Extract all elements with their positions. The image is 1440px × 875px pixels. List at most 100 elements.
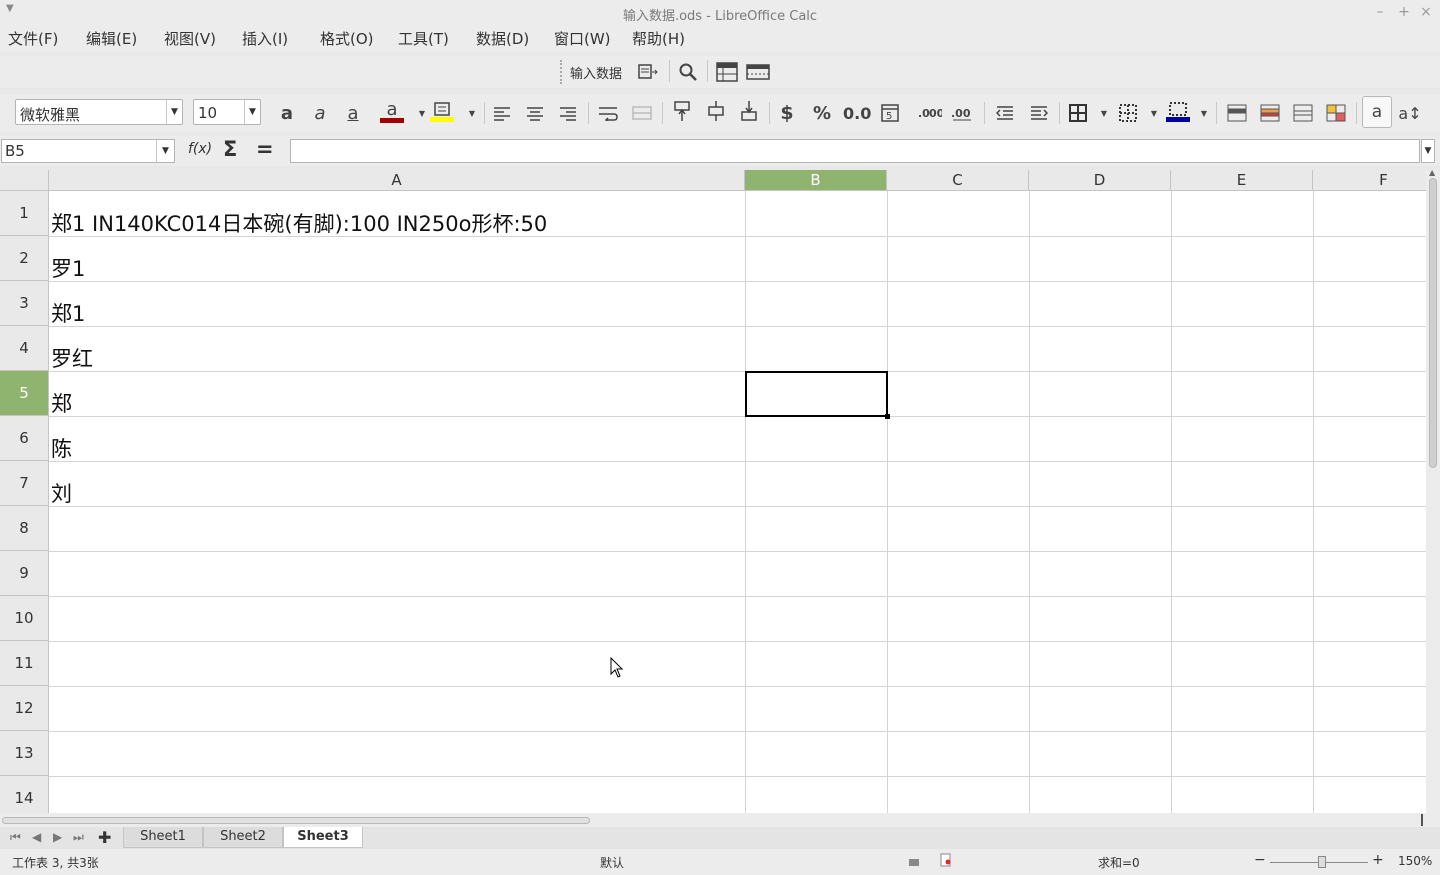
align-top-icon[interactable] bbox=[670, 97, 694, 125]
freeze-rows-columns-icon[interactable] bbox=[715, 58, 739, 86]
split-handle[interactable] bbox=[1421, 814, 1423, 826]
menu-view[interactable]: 视图(V) bbox=[162, 28, 218, 49]
zoom-in-icon[interactable]: + bbox=[1372, 852, 1384, 868]
first-sheet-icon[interactable]: ⏮ bbox=[10, 830, 21, 845]
row-header-3[interactable]: 3 bbox=[0, 281, 49, 326]
border-style-dropdown-icon[interactable]: ▼ bbox=[1142, 99, 1166, 127]
italic-icon[interactable]: a bbox=[308, 99, 332, 127]
selection-mode-icon[interactable] bbox=[908, 855, 920, 870]
cell-a2[interactable]: 罗1 bbox=[51, 253, 85, 283]
column-header-c[interactable]: C bbox=[887, 170, 1029, 191]
currency-icon[interactable]: $ bbox=[775, 99, 799, 127]
input-data-button[interactable]: 输入数据 bbox=[570, 58, 622, 86]
align-left-icon[interactable] bbox=[490, 99, 514, 127]
border-style-icon[interactable] bbox=[1116, 99, 1140, 127]
maximize-button[interactable]: + bbox=[1396, 4, 1412, 20]
borders-dropdown-icon[interactable]: ▼ bbox=[1092, 99, 1116, 127]
column-header-b[interactable]: B bbox=[745, 170, 887, 191]
row-header-13[interactable]: 13 bbox=[0, 731, 49, 776]
sheet-tab-1[interactable]: Sheet1 bbox=[123, 827, 203, 848]
wrap-text-icon[interactable] bbox=[596, 99, 620, 127]
menu-window[interactable]: 窗口(W) bbox=[552, 28, 613, 49]
row-header-7[interactable]: 7 bbox=[0, 461, 49, 506]
highlight-color-button[interactable] bbox=[430, 97, 454, 125]
zoom-level[interactable]: 150% bbox=[1398, 854, 1432, 868]
column-header-e[interactable]: E bbox=[1171, 170, 1313, 191]
toolbar-grip[interactable] bbox=[560, 60, 562, 84]
scroll-up-icon[interactable]: ▲ bbox=[1429, 168, 1435, 177]
row-header-2[interactable]: 2 bbox=[0, 236, 49, 281]
style-accent-icon[interactable] bbox=[1258, 99, 1282, 127]
sum-display[interactable]: 求和=0 bbox=[1098, 854, 1140, 871]
vertical-scrollbar[interactable]: ▲ bbox=[1426, 168, 1440, 813]
style-good-bad-icon[interactable] bbox=[1324, 99, 1348, 127]
row-header-10[interactable]: 10 bbox=[0, 596, 49, 641]
percent-icon[interactable]: % bbox=[810, 99, 834, 127]
function-wizard-button[interactable]: f(x) bbox=[188, 141, 212, 157]
cell-a1[interactable]: 郑1 IN140KC014日本碗(有脚):100 IN250o形杯:50 bbox=[51, 208, 547, 238]
chevron-down-icon[interactable]: ▼ bbox=[156, 140, 174, 162]
sum-icon[interactable]: Σ bbox=[223, 137, 237, 161]
column-header-f[interactable]: F bbox=[1313, 170, 1426, 191]
borders-icon[interactable] bbox=[1066, 99, 1090, 127]
chevron-down-icon[interactable]: ▼ bbox=[166, 100, 182, 124]
active-cell-b5[interactable] bbox=[745, 371, 890, 419]
cell-a4[interactable]: 罗红 bbox=[51, 343, 93, 373]
font-color-button[interactable]: a bbox=[380, 97, 404, 125]
align-center-icon[interactable] bbox=[523, 99, 547, 127]
menu-insert[interactable]: 插入(I) bbox=[240, 28, 290, 49]
zoom-slider-thumb[interactable] bbox=[1318, 856, 1326, 868]
font-name-dropdown[interactable]: 微软雅黑 ▼ bbox=[15, 99, 183, 125]
decrease-indent-icon[interactable] bbox=[993, 99, 1017, 127]
formula-input[interactable] bbox=[290, 139, 1420, 163]
underline-icon[interactable]: a bbox=[341, 99, 365, 127]
align-right-icon[interactable] bbox=[556, 99, 580, 127]
row-header-9[interactable]: 9 bbox=[0, 551, 49, 596]
zoom-out-icon[interactable]: − bbox=[1254, 852, 1266, 868]
chevron-down-icon[interactable]: ▼ bbox=[244, 100, 260, 124]
style-heading-icon[interactable] bbox=[1291, 99, 1315, 127]
font-size-dropdown[interactable]: 10 ▼ bbox=[193, 99, 261, 125]
row-header-12[interactable]: 12 bbox=[0, 686, 49, 731]
find-icon[interactable] bbox=[676, 58, 700, 86]
add-sheet-icon[interactable]: ✚ bbox=[98, 828, 111, 847]
highlight-dropdown-icon[interactable]: ▼ bbox=[460, 99, 484, 127]
formula-equals-icon[interactable]: = bbox=[256, 137, 274, 161]
vertical-scroll-thumb[interactable] bbox=[1429, 178, 1437, 468]
cell-a6[interactable]: 陈 bbox=[51, 433, 72, 463]
menu-edit[interactable]: 编辑(E) bbox=[84, 28, 139, 49]
name-box[interactable]: B5 ▼ bbox=[1, 139, 175, 163]
row-header-1[interactable]: 1 bbox=[0, 191, 49, 236]
data-form-icon[interactable] bbox=[636, 58, 660, 86]
last-sheet-icon[interactable]: ⏭ bbox=[73, 830, 84, 845]
row-header-5[interactable]: 5 bbox=[0, 371, 49, 416]
number-format-icon[interactable]: 0.0 bbox=[843, 99, 871, 127]
minimize-button[interactable]: – bbox=[1372, 4, 1388, 20]
sheet-tab-3[interactable]: Sheet3 bbox=[283, 827, 363, 848]
merge-cells-icon[interactable] bbox=[630, 99, 654, 127]
menu-file[interactable]: 文件(F) bbox=[6, 28, 60, 49]
column-header-d[interactable]: D bbox=[1029, 170, 1171, 191]
horizontal-scrollbar[interactable] bbox=[0, 813, 1440, 827]
row-header-11[interactable]: 11 bbox=[0, 641, 49, 686]
align-bottom-icon[interactable] bbox=[737, 97, 761, 125]
row-header-6[interactable]: 6 bbox=[0, 416, 49, 461]
delete-decimal-icon[interactable]: .00 bbox=[951, 99, 975, 127]
date-format-icon[interactable]: 5 bbox=[878, 99, 902, 127]
column-header-a[interactable]: A bbox=[49, 170, 745, 191]
page-style[interactable]: 默认 bbox=[600, 854, 624, 871]
border-color-button[interactable] bbox=[1166, 97, 1190, 125]
style-default-icon[interactable] bbox=[1225, 99, 1249, 127]
cell-a5[interactable]: 郑 bbox=[51, 388, 72, 418]
menu-tools[interactable]: 工具(T) bbox=[396, 28, 451, 49]
menu-data[interactable]: 数据(D) bbox=[474, 28, 531, 49]
previous-sheet-icon[interactable]: ◀ bbox=[32, 830, 41, 844]
select-all-corner[interactable] bbox=[0, 170, 49, 191]
cell-a3[interactable]: 郑1 bbox=[51, 298, 85, 328]
close-button[interactable]: × bbox=[1418, 4, 1434, 20]
header-row-icon[interactable] bbox=[746, 58, 770, 86]
border-color-dropdown-icon[interactable]: ▼ bbox=[1192, 99, 1216, 127]
text-orientation-icon[interactable]: a bbox=[1362, 96, 1392, 128]
sheet-tab-2[interactable]: Sheet2 bbox=[203, 827, 283, 848]
row-header-4[interactable]: 4 bbox=[0, 326, 49, 371]
